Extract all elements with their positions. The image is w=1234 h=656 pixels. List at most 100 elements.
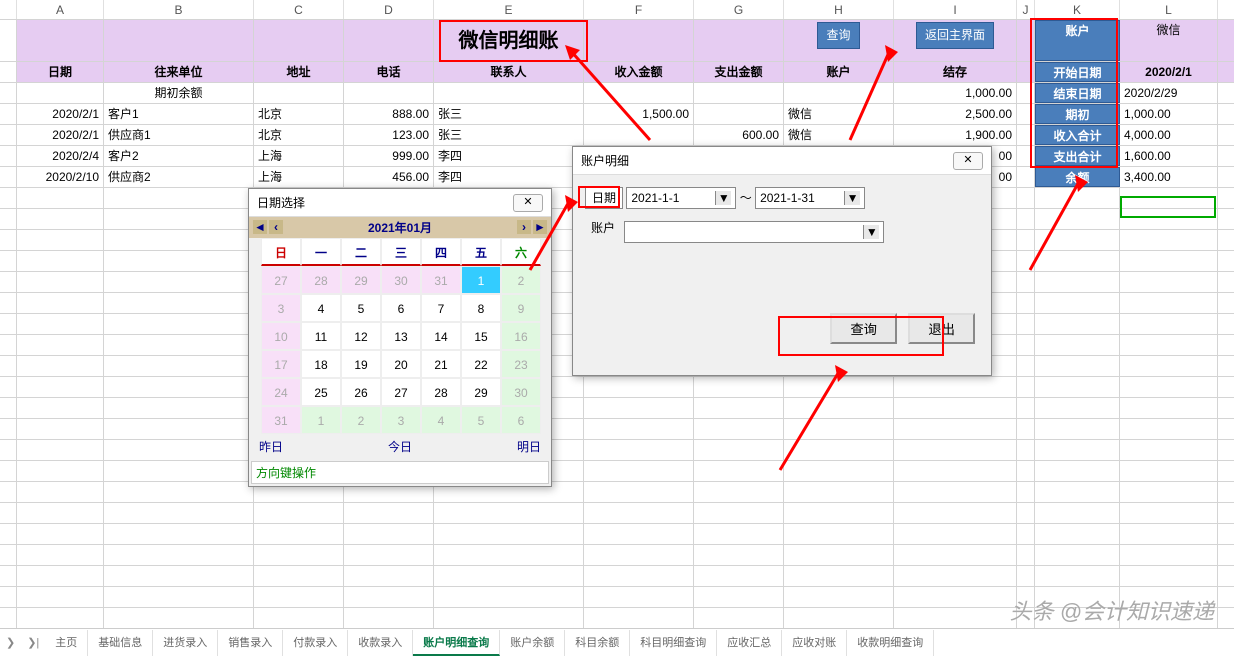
empty-row[interactable] bbox=[0, 545, 1234, 566]
calendar-day[interactable]: 15 bbox=[461, 322, 501, 350]
calendar-day[interactable]: 4 bbox=[421, 406, 461, 434]
summary-account-label: 账户 bbox=[1035, 20, 1120, 61]
empty-row[interactable] bbox=[0, 566, 1234, 587]
calendar-day[interactable]: 23 bbox=[501, 350, 541, 378]
calendar-day[interactable]: 6 bbox=[501, 406, 541, 434]
sheet-tab[interactable]: 账户余额 bbox=[500, 630, 565, 656]
close-icon[interactable]: ✕ bbox=[513, 194, 543, 212]
calendar-day[interactable]: 7 bbox=[421, 294, 461, 322]
calendar-day[interactable]: 5 bbox=[461, 406, 501, 434]
sheet-tabs[interactable]: ❯ ❯| 主页基础信息进货录入销售录入付款录入收款录入账户明细查询账户余额科目余… bbox=[0, 628, 1234, 656]
calendar-day[interactable]: 3 bbox=[261, 294, 301, 322]
close-icon[interactable]: ✕ bbox=[953, 152, 983, 170]
sheet-tab[interactable]: 应收对账 bbox=[782, 630, 847, 656]
table-header-row: 日期往来单位地址电话联系人收入金额支出金额账户结存 开始日期2020/2/1 bbox=[0, 62, 1234, 83]
calendar-month-nav[interactable]: ◄ ‹ 2021年01月 › ► bbox=[249, 217, 551, 238]
calendar-day[interactable]: 4 bbox=[301, 294, 341, 322]
next-year-icon[interactable]: ► bbox=[533, 220, 547, 234]
calendar-day[interactable]: 2 bbox=[501, 266, 541, 294]
calendar-day[interactable]: 9 bbox=[501, 294, 541, 322]
sheet-tab[interactable]: 收款明细查询 bbox=[847, 630, 934, 656]
calendar-footer: 昨日 今日 明日 bbox=[249, 434, 551, 459]
column-headers: ABCDEFGHIJKL bbox=[0, 0, 1234, 20]
calendar-hint: 方向键操作 bbox=[251, 461, 549, 484]
calendar-day[interactable]: 31 bbox=[421, 266, 461, 294]
account-detail-dialog[interactable]: 账户明细 ✕ 日期 2021-1-1▼ ～ 2021-1-31▼ 账户 ▼ 查询… bbox=[572, 146, 992, 376]
calendar-day[interactable]: 30 bbox=[381, 266, 421, 294]
sheet-tab[interactable]: 科目明细查询 bbox=[630, 630, 717, 656]
calendar-day[interactable]: 16 bbox=[501, 322, 541, 350]
empty-row[interactable] bbox=[0, 482, 1234, 503]
empty-row[interactable] bbox=[0, 377, 1234, 398]
calendar-day[interactable]: 29 bbox=[341, 266, 381, 294]
calendar-day[interactable]: 19 bbox=[341, 350, 381, 378]
tab-nav-last-icon[interactable]: ❯| bbox=[21, 636, 45, 649]
calendar-day[interactable]: 26 bbox=[341, 378, 381, 406]
sheet-tab[interactable]: 付款录入 bbox=[283, 630, 348, 656]
chevron-down-icon: ▼ bbox=[715, 191, 731, 205]
page-title: 微信明细账 bbox=[434, 20, 584, 61]
calendar-day[interactable]: 3 bbox=[381, 406, 421, 434]
calendar-day[interactable]: 29 bbox=[461, 378, 501, 406]
return-main-button[interactable]: 返回主界面 bbox=[916, 22, 994, 49]
calendar-day[interactable]: 25 bbox=[301, 378, 341, 406]
calendar-day[interactable]: 31 bbox=[261, 406, 301, 434]
next-month-icon[interactable]: › bbox=[517, 220, 531, 234]
empty-row[interactable] bbox=[0, 440, 1234, 461]
calendar-day[interactable]: 1 bbox=[301, 406, 341, 434]
sheet-tab[interactable]: 收款录入 bbox=[348, 630, 413, 656]
sheet-tab[interactable]: 主页 bbox=[45, 630, 88, 656]
sheet-tab[interactable]: 基础信息 bbox=[88, 630, 153, 656]
calendar-day[interactable]: 8 bbox=[461, 294, 501, 322]
sheet-tab[interactable]: 科目余额 bbox=[565, 630, 630, 656]
date-to-input[interactable]: 2021-1-31▼ bbox=[755, 187, 865, 209]
today-link[interactable]: 今日 bbox=[388, 438, 412, 455]
calendar-day[interactable]: 20 bbox=[381, 350, 421, 378]
account-select[interactable]: ▼ bbox=[624, 221, 884, 243]
sheet-tab[interactable]: 进货录入 bbox=[153, 630, 218, 656]
calendar-day[interactable]: 17 bbox=[261, 350, 301, 378]
table-row[interactable]: 2020/2/1供应商1北京123.00张三600.00微信1,900.00 收… bbox=[0, 125, 1234, 146]
dialog-query-button[interactable]: 查询 bbox=[830, 313, 897, 344]
query-button[interactable]: 查询 bbox=[817, 22, 859, 49]
calendar-weekday-header: 日一二三四五六 bbox=[261, 238, 539, 266]
tab-nav-prev-icon[interactable]: ❯ bbox=[0, 636, 21, 649]
calendar-day[interactable]: 18 bbox=[301, 350, 341, 378]
calendar-day[interactable]: 6 bbox=[381, 294, 421, 322]
sheet-tab[interactable]: 账户明细查询 bbox=[413, 630, 500, 656]
empty-row[interactable] bbox=[0, 503, 1234, 524]
date-from-input[interactable]: 2021-1-1▼ bbox=[626, 187, 736, 209]
yesterday-link[interactable]: 昨日 bbox=[259, 438, 283, 455]
calendar-day[interactable]: 2 bbox=[341, 406, 381, 434]
calendar-day[interactable]: 22 bbox=[461, 350, 501, 378]
summary-account-value: 微信 bbox=[1120, 20, 1218, 61]
calendar-day[interactable]: 5 bbox=[341, 294, 381, 322]
calendar-day[interactable]: 12 bbox=[341, 322, 381, 350]
sheet-tab[interactable]: 销售录入 bbox=[218, 630, 283, 656]
calendar-day[interactable]: 10 bbox=[261, 322, 301, 350]
calendar-day[interactable]: 27 bbox=[381, 378, 421, 406]
dialog-exit-button[interactable]: 退出 bbox=[908, 313, 975, 344]
empty-row[interactable] bbox=[0, 461, 1234, 482]
empty-row[interactable] bbox=[0, 419, 1234, 440]
calendar-day[interactable]: 24 bbox=[261, 378, 301, 406]
prev-month-icon[interactable]: ‹ bbox=[269, 220, 283, 234]
calendar-day[interactable]: 28 bbox=[421, 378, 461, 406]
calendar-day[interactable]: 1 bbox=[461, 266, 501, 294]
calendar-day[interactable]: 14 bbox=[421, 322, 461, 350]
opening-balance-row: 期初余额1,000.00 结束日期2020/2/29 bbox=[0, 83, 1234, 104]
calendar-day-grid[interactable]: 2728293031123456789101112131415161718192… bbox=[261, 266, 539, 434]
date-picker-dialog[interactable]: 日期选择 ✕ ◄ ‹ 2021年01月 › ► 日一二三四五六 27282930… bbox=[248, 188, 552, 487]
empty-row[interactable] bbox=[0, 398, 1234, 419]
sheet-tab[interactable]: 应收汇总 bbox=[717, 630, 782, 656]
tomorrow-link[interactable]: 明日 bbox=[517, 438, 541, 455]
calendar-day[interactable]: 30 bbox=[501, 378, 541, 406]
calendar-day[interactable]: 21 bbox=[421, 350, 461, 378]
table-row[interactable]: 2020/2/1客户1北京888.00张三1,500.00微信2,500.00 … bbox=[0, 104, 1234, 125]
calendar-day[interactable]: 28 bbox=[301, 266, 341, 294]
empty-row[interactable] bbox=[0, 524, 1234, 545]
prev-year-icon[interactable]: ◄ bbox=[253, 220, 267, 234]
calendar-day[interactable]: 11 bbox=[301, 322, 341, 350]
calendar-day[interactable]: 27 bbox=[261, 266, 301, 294]
calendar-day[interactable]: 13 bbox=[381, 322, 421, 350]
